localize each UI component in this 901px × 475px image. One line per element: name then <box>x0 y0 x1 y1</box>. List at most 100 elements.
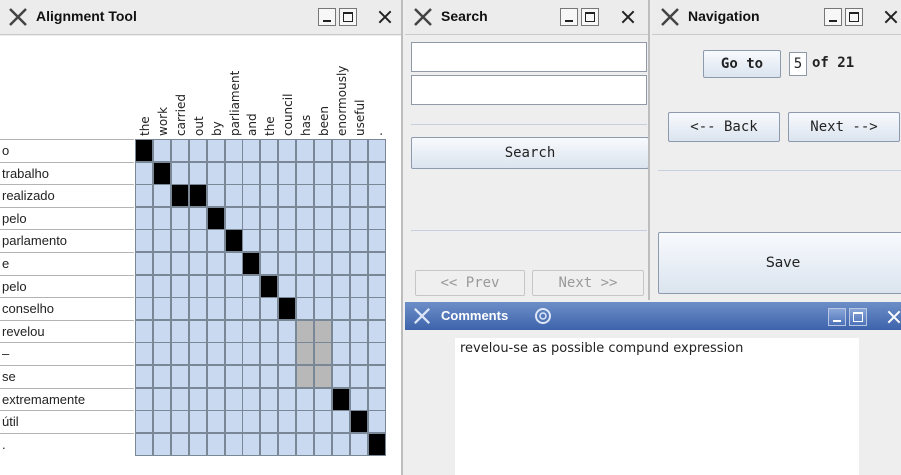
alignment-cell[interactable] <box>135 387 153 411</box>
alignment-cell[interactable] <box>188 297 207 321</box>
alignment-cell[interactable] <box>206 206 225 230</box>
alignment-cell[interactable] <box>224 319 243 343</box>
alignment-cell[interactable] <box>242 342 261 366</box>
alignment-cell[interactable] <box>206 387 225 411</box>
alignment-cell[interactable] <box>260 387 279 411</box>
alignment-cell[interactable] <box>260 274 279 298</box>
alignment-cell[interactable] <box>314 297 332 321</box>
alignment-cell[interactable] <box>331 410 350 434</box>
alignment-cell[interactable] <box>170 139 189 162</box>
alignment-cell[interactable] <box>152 365 171 388</box>
alignment-cell[interactable] <box>188 365 207 388</box>
alignment-cell[interactable] <box>278 184 297 208</box>
alignment-cell[interactable] <box>367 252 386 275</box>
alignment-cell[interactable] <box>296 161 315 185</box>
alignment-cell[interactable] <box>242 206 261 230</box>
search-button[interactable]: Search <box>411 137 648 169</box>
search-input[interactable] <box>411 42 647 72</box>
alignment-cell[interactable] <box>170 410 189 434</box>
alignment-cell[interactable] <box>224 432 243 456</box>
alignment-cell[interactable] <box>278 410 297 434</box>
alignment-cell[interactable] <box>188 410 207 434</box>
alignment-cell[interactable] <box>260 206 279 230</box>
alignment-cell[interactable] <box>314 432 332 456</box>
alignment-cell[interactable] <box>314 410 332 434</box>
alignment-cell[interactable] <box>224 297 243 321</box>
alignment-cell[interactable] <box>170 229 189 253</box>
alignment-cell[interactable] <box>206 229 225 253</box>
alignment-cell[interactable] <box>349 387 368 411</box>
alignment-cell[interactable] <box>152 342 171 366</box>
alignment-cell[interactable] <box>367 432 386 456</box>
alignment-cell[interactable] <box>314 161 332 185</box>
alignment-cell[interactable] <box>152 229 171 253</box>
alignment-cell[interactable] <box>188 206 207 230</box>
alignment-cell[interactable] <box>331 365 350 388</box>
alignment-cell[interactable] <box>260 432 279 456</box>
alignment-cell[interactable] <box>278 274 297 298</box>
alignment-cell[interactable] <box>296 319 315 343</box>
next-button[interactable]: Next >> <box>532 270 644 296</box>
alignment-cell[interactable] <box>296 365 315 388</box>
alignment-cell[interactable] <box>278 206 297 230</box>
alignment-cell[interactable] <box>367 387 386 411</box>
alignment-cell[interactable] <box>349 206 368 230</box>
comments-text-area[interactable]: revelou-se as possible compund expressio… <box>455 338 859 475</box>
alignment-cell[interactable] <box>349 410 368 434</box>
alignment-cell[interactable] <box>152 432 171 456</box>
alignment-cell[interactable] <box>367 410 386 434</box>
alignment-cell[interactable] <box>170 161 189 185</box>
minimize-button[interactable] <box>828 308 846 326</box>
alignment-cell[interactable] <box>152 184 171 208</box>
alignment-cell[interactable] <box>296 184 315 208</box>
alignment-cell[interactable] <box>331 161 350 185</box>
alignment-cell[interactable] <box>188 229 207 253</box>
alignment-cell[interactable] <box>349 432 368 456</box>
alignment-cell[interactable] <box>242 365 261 388</box>
alignment-cell[interactable] <box>135 161 153 185</box>
alignment-cell[interactable] <box>170 432 189 456</box>
alignment-cell[interactable] <box>135 139 153 162</box>
alignment-cell[interactable] <box>170 297 189 321</box>
alignment-cell[interactable] <box>242 139 261 162</box>
alignment-cell[interactable] <box>242 274 261 298</box>
alignment-cell[interactable] <box>349 184 368 208</box>
alignment-cell[interactable] <box>135 365 153 388</box>
alignment-cell[interactable] <box>188 184 207 208</box>
alignment-cell[interactable] <box>314 342 332 366</box>
alignment-cell[interactable] <box>135 229 153 253</box>
alignment-cell[interactable] <box>367 139 386 162</box>
alignment-cell[interactable] <box>331 319 350 343</box>
alignment-cell[interactable] <box>367 319 386 343</box>
alignment-cell[interactable] <box>206 365 225 388</box>
maximize-button[interactable] <box>849 308 867 326</box>
alignment-cell[interactable] <box>260 161 279 185</box>
alignment-cell[interactable] <box>278 139 297 162</box>
alignment-cell[interactable] <box>278 161 297 185</box>
alignment-cell[interactable] <box>242 410 261 434</box>
alignment-cell[interactable] <box>135 274 153 298</box>
alignment-cell[interactable] <box>314 252 332 275</box>
alignment-cell[interactable] <box>152 319 171 343</box>
alignment-cell[interactable] <box>278 387 297 411</box>
alignment-cell[interactable] <box>152 206 171 230</box>
page-number-input[interactable]: 5 <box>789 52 807 76</box>
minimize-button[interactable] <box>824 8 842 26</box>
alignment-cell[interactable] <box>314 387 332 411</box>
alignment-cell[interactable] <box>242 319 261 343</box>
alignment-cell[interactable] <box>260 297 279 321</box>
alignment-cell[interactable] <box>314 206 332 230</box>
alignment-cell[interactable] <box>296 229 315 253</box>
alignment-cell[interactable] <box>152 387 171 411</box>
alignment-cell[interactable] <box>242 297 261 321</box>
alignment-cell[interactable] <box>135 252 153 275</box>
alignment-cell[interactable] <box>314 184 332 208</box>
alignment-cell[interactable] <box>242 387 261 411</box>
alignment-cell[interactable] <box>314 365 332 388</box>
alignment-cell[interactable] <box>224 342 243 366</box>
alignment-cell[interactable] <box>349 161 368 185</box>
alignment-cell[interactable] <box>242 161 261 185</box>
alignment-cell[interactable] <box>331 139 350 162</box>
alignment-cell[interactable] <box>206 274 225 298</box>
alignment-cell[interactable] <box>224 365 243 388</box>
